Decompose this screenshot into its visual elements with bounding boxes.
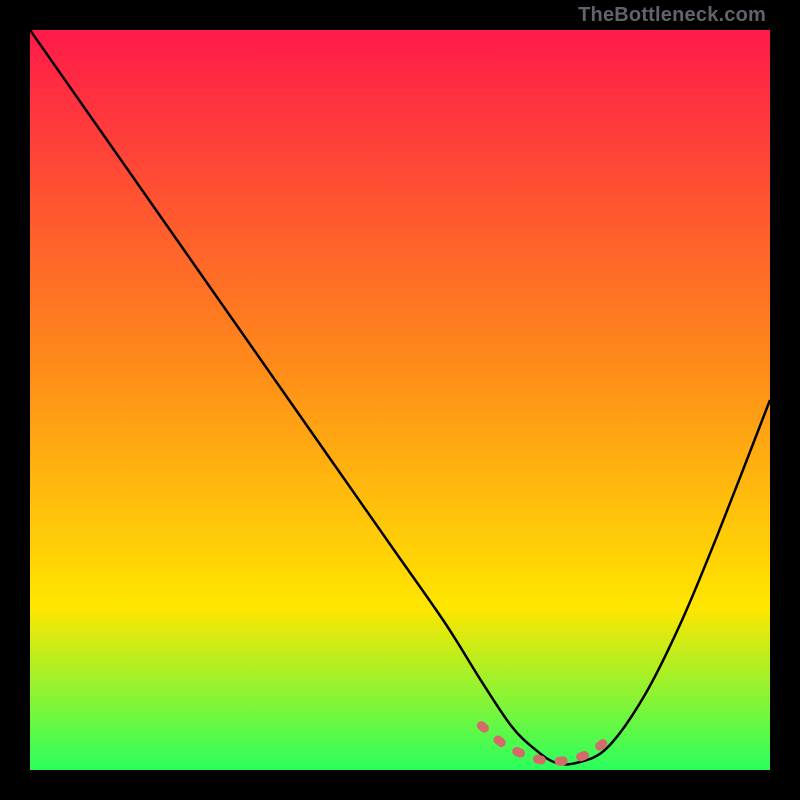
- chart-area: [30, 30, 770, 770]
- chart-svg: [30, 30, 770, 770]
- chart-background: [30, 30, 770, 770]
- watermark-text: TheBottleneck.com: [578, 4, 766, 27]
